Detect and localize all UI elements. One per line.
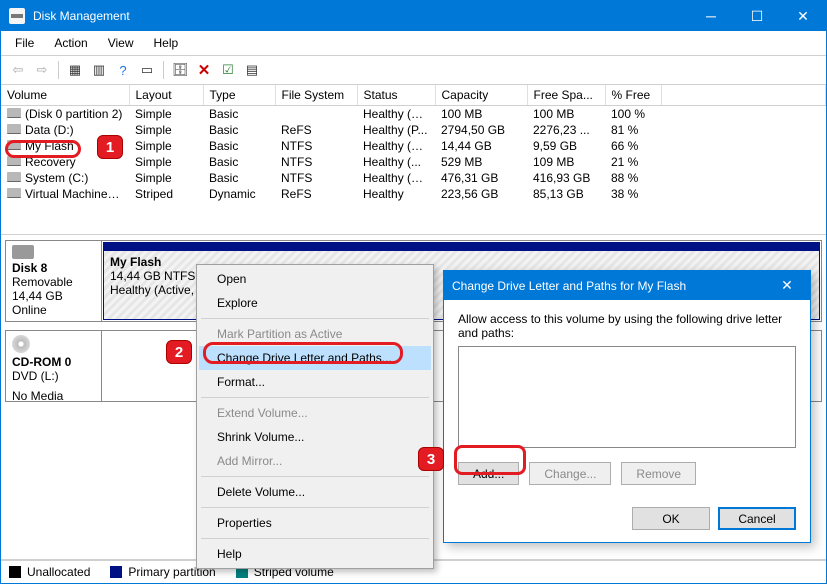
ctx-explore[interactable]: Explore [199, 291, 431, 315]
disk-info[interactable]: Disk 8 Removable 14,44 GB Online [5, 240, 101, 322]
volume-list[interactable]: Volume Layout Type File System Status Ca… [1, 85, 826, 235]
view-bottom-icon[interactable]: ▥ [88, 59, 110, 81]
list-icon[interactable]: ▤ [241, 59, 263, 81]
ok-button[interactable]: OK [632, 507, 710, 530]
volume-icon [7, 108, 21, 118]
col-status[interactable]: Status [357, 85, 435, 106]
ctx-add-mirror: Add Mirror... [199, 449, 431, 473]
maximize-button[interactable]: ☐ [734, 1, 780, 31]
table-row[interactable]: My FlashSimpleBasicNTFSHealthy (A...14,4… [1, 138, 826, 154]
remove-button: Remove [621, 462, 696, 485]
cdrom-icon [12, 335, 30, 353]
ctx-extend: Extend Volume... [199, 401, 431, 425]
col-pct[interactable]: % Free [605, 85, 661, 106]
context-menu[interactable]: Open Explore Mark Partition as Active Ch… [196, 264, 434, 569]
rescan-icon[interactable]: 🗄 [169, 59, 191, 81]
col-capacity[interactable]: Capacity [435, 85, 527, 106]
col-free[interactable]: Free Spa... [527, 85, 605, 106]
change-drive-letter-dialog[interactable]: Change Drive Letter and Paths for My Fla… [443, 270, 811, 543]
disk-state: Online [12, 303, 95, 317]
view-top-icon[interactable]: ▦ [64, 59, 86, 81]
col-volume[interactable]: Volume [1, 85, 129, 106]
ctx-open[interactable]: Open [199, 267, 431, 291]
ctx-shrink[interactable]: Shrink Volume... [199, 425, 431, 449]
disk-kind: DVD (L:) [12, 369, 95, 383]
partition-name: My Flash [110, 255, 161, 269]
volume-header-row[interactable]: Volume Layout Type File System Status Ca… [1, 85, 826, 106]
ctx-mark-active: Mark Partition as Active [199, 322, 431, 346]
menu-action[interactable]: Action [44, 33, 97, 53]
table-row[interactable]: (Disk 0 partition 2)SimpleBasicHealthy (… [1, 106, 826, 123]
dialog-text: Allow access to this volume by using the… [458, 312, 796, 340]
table-row[interactable]: RecoverySimpleBasicNTFSHealthy (...529 M… [1, 154, 826, 170]
table-row[interactable]: Virtual Machines (...StripedDynamicReFSH… [1, 186, 826, 202]
menu-view[interactable]: View [98, 33, 144, 53]
volume-icon [7, 124, 21, 134]
menu-help[interactable]: Help [144, 33, 189, 53]
legend-unalloc-icon [9, 566, 21, 578]
partition-size: 14,44 GB NTFS [110, 269, 195, 283]
ctx-format[interactable]: Format... [199, 370, 431, 394]
titlebar[interactable]: Disk Management ─ ☐ ✕ [1, 1, 826, 31]
volume-icon [7, 188, 21, 198]
disk-icon [12, 245, 34, 259]
close-button[interactable]: ✕ [780, 1, 826, 31]
disk-name: Disk 8 [12, 261, 95, 275]
col-type[interactable]: Type [203, 85, 275, 106]
settings-icon[interactable]: ▭ [136, 59, 158, 81]
volume-icon [7, 172, 21, 182]
nav-back-icon: ⇦ [7, 59, 29, 81]
paths-listbox[interactable] [458, 346, 796, 448]
dialog-title: Change Drive Letter and Paths for My Fla… [452, 279, 772, 293]
menubar: File Action View Help [1, 31, 826, 56]
dialog-close-button[interactable]: ✕ [772, 277, 802, 294]
legend-unalloc: Unallocated [27, 565, 90, 579]
help-icon[interactable]: ? [112, 59, 134, 81]
change-button: Change... [529, 462, 611, 485]
legend-primary-icon [110, 566, 122, 578]
callout-2: 2 [166, 340, 192, 364]
minimize-button[interactable]: ─ [688, 1, 734, 31]
cancel-button[interactable]: Cancel [718, 507, 796, 530]
properties-icon[interactable]: ☑ [217, 59, 239, 81]
callout-3: 3 [418, 447, 444, 471]
disk-size: 14,44 GB [12, 289, 95, 303]
nav-forward-icon: ⇨ [31, 59, 53, 81]
window-title: Disk Management [33, 9, 688, 23]
callout-1: 1 [97, 135, 123, 159]
toolbar: ⇦ ⇨ ▦ ▥ ? ▭ 🗄 ✕ ☑ ▤ [1, 56, 826, 85]
disk-kind: Removable [12, 275, 95, 289]
table-row[interactable]: Data (D:)SimpleBasicReFSHealthy (P...279… [1, 122, 826, 138]
ctx-delete[interactable]: Delete Volume... [199, 480, 431, 504]
volume-icon [7, 140, 21, 150]
disk-state: No Media [12, 389, 95, 403]
ctx-properties[interactable]: Properties [199, 511, 431, 535]
col-fs[interactable]: File System [275, 85, 357, 106]
ctx-change-drive-letter[interactable]: Change Drive Letter and Paths... [199, 346, 431, 370]
volume-icon [7, 156, 21, 166]
app-icon [9, 8, 25, 24]
dialog-titlebar[interactable]: Change Drive Letter and Paths for My Fla… [444, 271, 810, 300]
disk-info[interactable]: CD-ROM 0 DVD (L:) No Media [5, 330, 101, 402]
window-controls: ─ ☐ ✕ [688, 1, 826, 31]
add-button[interactable]: Add... [458, 462, 519, 485]
table-row[interactable]: System (C:)SimpleBasicNTFSHealthy (B...4… [1, 170, 826, 186]
ctx-help[interactable]: Help [199, 542, 431, 566]
col-layout[interactable]: Layout [129, 85, 203, 106]
menu-file[interactable]: File [5, 33, 44, 53]
disk-name: CD-ROM 0 [12, 355, 95, 369]
delete-icon[interactable]: ✕ [193, 59, 215, 81]
